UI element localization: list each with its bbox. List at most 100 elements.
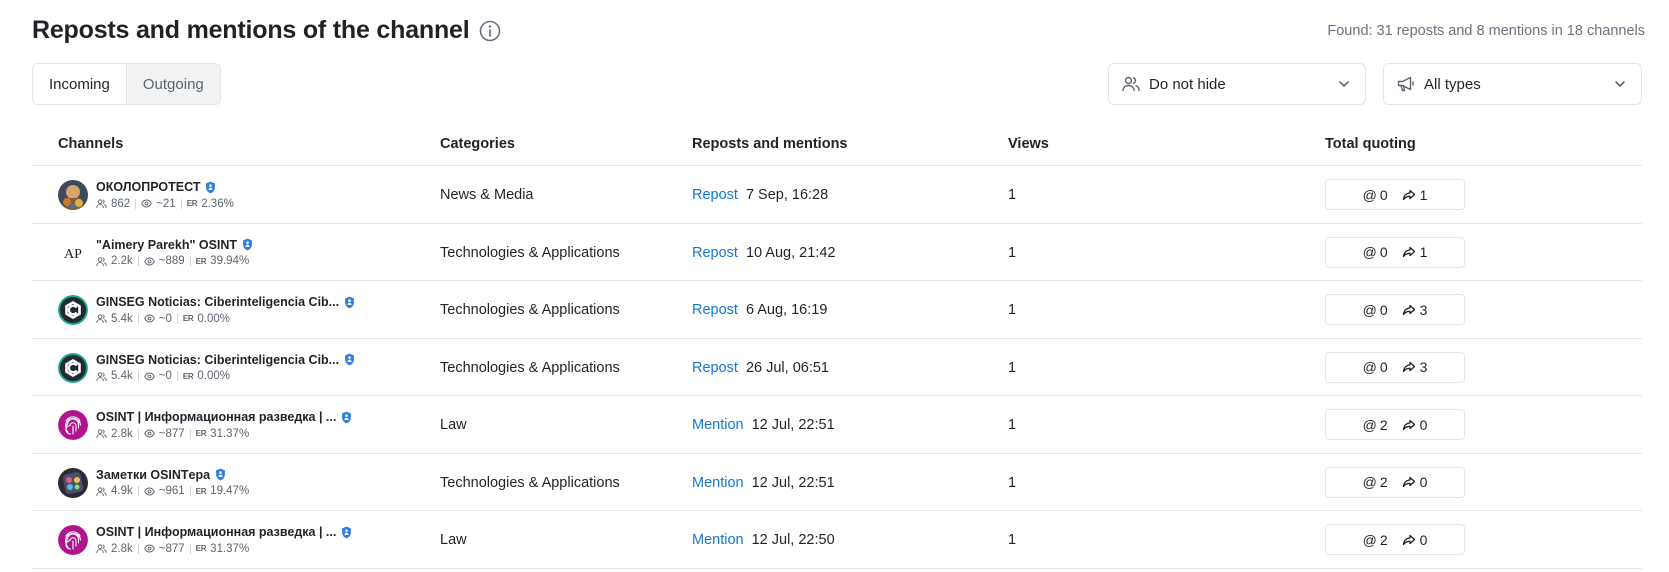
info-icon[interactable]	[479, 20, 501, 42]
channel-name[interactable]: "Aimery Parekh" OSINT	[96, 237, 426, 253]
repost-date: 26 Jul, 06:51	[745, 359, 829, 376]
repost-date: 12 Jul, 22:50	[751, 532, 835, 548]
repost-type-link[interactable]: Mention	[692, 475, 744, 491]
subscribers-value: 2.8k	[111, 542, 133, 555]
reach-value: ~0	[158, 370, 172, 382]
stat-divider	[135, 198, 137, 209]
channel-avatar[interactable]	[58, 352, 88, 383]
channel-info: Заметки OSINTера 4.9k ~961 ER 19.47%	[96, 467, 426, 499]
channel-name-text[interactable]: GINSEG Noticias: Ciberinteligencia Cib..…	[96, 295, 339, 309]
repost-type-link[interactable]: Repost	[692, 302, 738, 318]
stat-divider	[137, 428, 139, 439]
channel-name-text[interactable]: GINSEG Noticias: Ciberinteligencia Cib..…	[96, 353, 339, 367]
header-channels[interactable]: Channels	[58, 136, 123, 152]
stat-divider	[137, 313, 139, 324]
stat-divider	[189, 256, 191, 266]
table-row: OSINT | Информационная разведка | ... 2.…	[32, 511, 1642, 569]
channel-stats: 4.9k ~961 ER 19.47%	[96, 484, 426, 499]
channel-avatar[interactable]	[58, 467, 88, 498]
repost-type-link[interactable]: Repost	[692, 245, 738, 261]
channel-name-text[interactable]: "Aimery Parekh" OSINT	[96, 238, 237, 252]
subscribers-value: 5.4k	[111, 312, 133, 325]
total-quoting-button[interactable]: @ 2 0	[1325, 466, 1465, 498]
repost-type-link[interactable]: Mention	[692, 532, 744, 548]
mentions-count: @ 2	[1363, 474, 1388, 490]
verified-icon	[341, 526, 352, 539]
mentions-count: @ 2	[1363, 417, 1388, 433]
reach-stat: ~21	[141, 198, 176, 210]
total-quoting-button[interactable]: @ 0 3	[1325, 351, 1465, 383]
channel-info: GINSEG Noticias: Ciberinteligencia Cib..…	[96, 352, 426, 384]
channel-name-text[interactable]: OSINT | Информационная разведка | ...	[96, 410, 336, 424]
tab-incoming[interactable]: Incoming	[33, 64, 126, 104]
channel-name[interactable]: ОКОЛОПРОТЕСТ	[96, 179, 426, 195]
type-filter-select[interactable]: All types	[1383, 63, 1642, 105]
repost-type-link[interactable]: Repost	[692, 187, 738, 203]
channel-info: OSINT | Информационная разведка | ... 2.…	[96, 524, 426, 556]
channel-avatar[interactable]: AP	[58, 237, 88, 268]
header-total-quoting[interactable]: Total quoting	[1325, 136, 1416, 152]
eye-icon	[143, 257, 155, 265]
er-stat: ER 39.94%	[196, 255, 250, 267]
channel-avatar[interactable]	[58, 295, 88, 325]
views-cell: 1	[1008, 417, 1017, 433]
er-stat: ER 19.47%	[196, 485, 250, 497]
mentions-value: 2	[1379, 531, 1388, 548]
channel-name[interactable]: Заметки OSINTера	[96, 467, 426, 483]
channel-avatar[interactable]	[58, 180, 88, 210]
page-title-text: Reposts and mentions of the channel	[32, 16, 470, 44]
category-cell: Technologies & Applications	[440, 474, 620, 491]
repost-type-link[interactable]: Repost	[692, 360, 738, 376]
er-value: 19.47%	[210, 485, 250, 497]
share-icon	[1402, 534, 1415, 545]
header-reposts[interactable]: Reposts and mentions	[692, 136, 848, 152]
channel-stats: 862 ~21 ER 2.36%	[96, 196, 426, 211]
mentions-value: 0	[1379, 244, 1388, 260]
table-row: GINSEG Noticias: Ciberinteligencia Cib..…	[32, 339, 1642, 396]
er-stat: ER 31.37%	[196, 428, 250, 440]
channel-name[interactable]: GINSEG Noticias: Ciberinteligencia Cib..…	[96, 352, 426, 368]
reach-value: ~877	[158, 427, 185, 440]
total-quoting-button[interactable]: @ 0 1	[1325, 236, 1465, 268]
repost-cell: Repost 6 Aug, 16:19	[692, 302, 827, 318]
channel-name-text[interactable]: OSINT | Информационная разведка | ...	[96, 525, 336, 539]
repost-cell: Repost 7 Sep, 16:28	[692, 187, 828, 203]
header-views[interactable]: Views	[1008, 136, 1049, 152]
reposts-count: 0	[1402, 532, 1427, 548]
channel-name-text[interactable]: Заметки OSINTера	[96, 468, 210, 482]
reach-value: ~961	[158, 485, 185, 497]
er-value: 0.00%	[197, 312, 230, 325]
mentions-value: 2	[1379, 416, 1388, 433]
tab-outgoing[interactable]: Outgoing	[125, 64, 220, 104]
channel-name[interactable]: OSINT | Информационная разведка | ...	[96, 524, 426, 540]
at-icon: @	[1362, 416, 1377, 433]
header-categories[interactable]: Categories	[440, 136, 515, 152]
stat-divider	[137, 371, 139, 381]
total-quoting-button[interactable]: @ 0 1	[1325, 179, 1465, 210]
found-summary: Found: 31 reposts and 8 mentions in 18 c…	[1327, 23, 1645, 39]
channel-avatar[interactable]	[58, 410, 88, 440]
eye-icon	[143, 314, 155, 323]
total-quoting-button[interactable]: @ 2 0	[1325, 409, 1465, 440]
repost-date: 6 Aug, 16:19	[745, 302, 828, 318]
channel-stats: 2.8k ~877 ER 31.37%	[96, 541, 426, 556]
channel-name[interactable]: OSINT | Информационная разведка | ...	[96, 409, 426, 425]
at-icon: @	[1362, 301, 1377, 318]
total-quoting-button[interactable]: @ 0 3	[1325, 294, 1465, 325]
reach-stat: ~877	[143, 542, 185, 555]
total-quoting-button[interactable]: @ 2 0	[1325, 524, 1465, 555]
reposts-value: 1	[1419, 244, 1428, 260]
repost-type-link[interactable]: Mention	[692, 417, 744, 433]
hide-filter-select[interactable]: Do not hide	[1108, 63, 1366, 105]
reach-value: ~877	[158, 542, 185, 555]
reposts-table: Channels Categories Reposts and mentions…	[32, 120, 1642, 569]
views-cell: 1	[1008, 359, 1017, 376]
category-cell: Law	[440, 417, 467, 433]
subscribers-value: 4.9k	[111, 485, 133, 497]
users-icon	[96, 256, 107, 266]
channel-name[interactable]: GINSEG Noticias: Ciberinteligencia Cib..…	[96, 294, 426, 310]
channel-name-text[interactable]: ОКОЛОПРОТЕСТ	[96, 180, 200, 194]
channel-avatar[interactable]	[58, 525, 88, 555]
at-icon: @	[1362, 186, 1377, 203]
er-label: ER	[195, 544, 207, 553]
